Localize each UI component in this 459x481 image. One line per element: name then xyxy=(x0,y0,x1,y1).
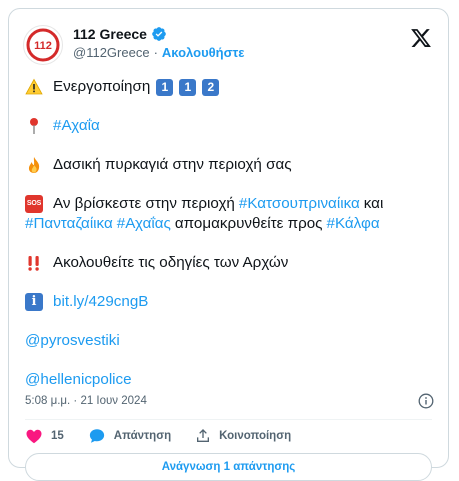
double-exclamation-icon xyxy=(25,254,43,272)
instructions-line: Ακολουθείτε τις οδηγίες των Αρχών xyxy=(25,253,432,273)
warning-icon xyxy=(25,78,43,96)
hashtag-katsouprinaiika[interactable]: #Κατσουπριναίικα xyxy=(239,194,360,214)
activation-text: Ενεργοποίηση xyxy=(53,78,151,95)
info-circle-icon[interactable] xyxy=(418,393,434,409)
mention-pyrosvestiki[interactable]: @pyrosvestiki xyxy=(25,331,120,351)
account-handle[interactable]: @112Greece xyxy=(73,45,150,60)
short-link[interactable]: bit.ly/429cngB xyxy=(53,292,148,312)
handle-row: @112Greece · Ακολουθήστε xyxy=(73,45,244,60)
fire-text: Δασική πυρκαγιά στην περιοχή σας xyxy=(53,156,292,173)
112-logo-icon: 112 xyxy=(26,28,60,62)
activation-line: Ενεργοποίηση 1 1 2 xyxy=(25,77,432,97)
keycap-2-icon: 2 xyxy=(202,78,220,96)
divider xyxy=(25,419,432,420)
location-line: #Αχαΐα xyxy=(25,116,432,136)
share-icon xyxy=(197,429,210,442)
like-button[interactable]: 15 xyxy=(25,427,64,445)
fire-icon xyxy=(25,156,43,174)
sos-line: SOS Αν βρίσκεστε στην περιοχή #Κατσουπρι… xyxy=(25,194,432,214)
separator-dot: · xyxy=(153,45,158,60)
keycap-1-icon: 1 xyxy=(179,78,197,96)
instructions-text: Ακολουθείτε τις οδηγίες των Αρχών xyxy=(53,254,289,271)
mention-hellenicpolice[interactable]: @hellenicpolice xyxy=(25,370,132,390)
like-count: 15 xyxy=(51,430,64,442)
tweet-card: 112 112 Greece @112Greece · Ακολουθήστε … xyxy=(8,8,449,481)
sos-icon: SOS xyxy=(25,195,43,213)
hashtag-pantazaiika[interactable]: #Πανταζαίικα xyxy=(25,214,113,234)
reply-bubble-icon xyxy=(89,429,104,443)
hashtag-achaias[interactable]: #Αχαΐας xyxy=(117,214,171,234)
tweet-header: 112 112 Greece @112Greece · Ακολουθήστε xyxy=(23,23,434,67)
reply-label: Απάντηση xyxy=(113,430,172,442)
hashtag-achaia[interactable]: #Αχαΐα xyxy=(53,116,100,136)
share-label: Κοινοποίηση xyxy=(219,430,292,442)
keycap-1-icon: 1 xyxy=(156,78,174,96)
svg-text:112: 112 xyxy=(34,40,52,52)
read-replies-button[interactable]: Ανάγνωση 1 απάντησης xyxy=(25,453,432,481)
reply-button[interactable]: Απάντηση xyxy=(88,427,171,445)
account-name[interactable]: 112 Greece xyxy=(73,26,147,42)
share-button[interactable]: Κοινοποίηση xyxy=(195,428,291,444)
avatar[interactable]: 112 xyxy=(23,25,63,65)
mention-line-2: @hellenicpolice xyxy=(25,370,432,390)
x-logo-icon[interactable] xyxy=(410,27,432,49)
verified-badge-icon xyxy=(152,27,166,41)
tweet-timestamp[interactable]: 5:08 μ.μ. · 21 Ιουν 2024 xyxy=(25,395,147,407)
hashtag-kalfa[interactable]: #Κάλφα xyxy=(327,214,380,234)
name-row: 112 Greece xyxy=(73,26,167,42)
heart-icon xyxy=(26,429,42,444)
sos-text-a: Αν βρίσκεστε στην περιοχή xyxy=(53,195,235,212)
sos-text-b: και xyxy=(363,195,384,212)
tweet-body: Ενεργοποίηση 1 1 2 #Αχαΐα Δασική πυρκαγι… xyxy=(25,77,432,390)
sos-line-continued: #Πανταζαίικα #Αχαΐας απομακρυνθείτε προς… xyxy=(25,214,432,234)
sos-text-c: απομακρυνθείτε προς xyxy=(174,215,323,232)
pushpin-icon xyxy=(25,117,43,135)
action-bar: 15 Απάντηση Κοινοποίηση xyxy=(25,427,315,445)
mention-line-1: @pyrosvestiki xyxy=(25,331,432,351)
follow-link[interactable]: Ακολουθήστε xyxy=(162,45,245,60)
link-line: i bit.ly/429cngB xyxy=(25,292,432,312)
fire-line: Δασική πυρκαγιά στην περιοχή σας xyxy=(25,155,432,175)
information-icon: i xyxy=(25,293,43,311)
